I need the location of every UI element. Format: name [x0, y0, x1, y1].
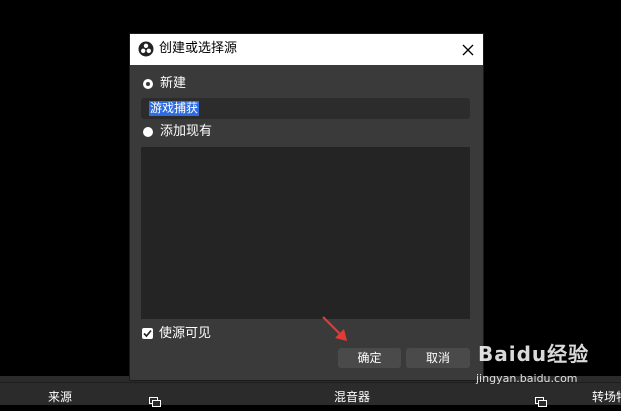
cancel-button[interactable]: 取消: [406, 348, 470, 368]
dialog-titlebar: 创建或选择源: [130, 34, 483, 65]
annotation-arrow-icon: [322, 316, 347, 341]
source-name-input[interactable]: 游戏捕获: [141, 98, 470, 119]
make-visible-label: 使源可见: [159, 326, 212, 341]
close-icon: [462, 44, 474, 55]
mixer-panel-title: 混音器: [334, 390, 371, 404]
new-source-label: 新建: [160, 76, 187, 91]
sources-panel-title: 来源: [48, 390, 73, 404]
watermark-url: jingyan.baidu.com: [476, 372, 578, 385]
dialog-title: 创建或选择源: [159, 41, 238, 56]
close-button[interactable]: [453, 34, 483, 65]
add-existing-radio[interactable]: [143, 127, 153, 137]
source-name-value: 游戏捕获: [149, 101, 200, 116]
existing-sources-list[interactable]: [141, 147, 470, 319]
new-source-radio[interactable]: [143, 79, 153, 89]
add-existing-label: 添加现有: [160, 124, 213, 139]
watermark-brand: Baidu经验: [478, 342, 590, 366]
create-select-source-dialog: 创建或选择源 新建 游戏捕获 添加现有 使源可见 确定 取消: [130, 34, 483, 380]
undock-icon[interactable]: [149, 392, 161, 407]
transitions-panel-title: 转场特: [592, 390, 621, 404]
baidu-watermark: Baidu经验 jingyan.baidu.com: [470, 338, 620, 388]
undock-icon[interactable]: [535, 392, 547, 407]
ok-button[interactable]: 确定: [338, 348, 401, 368]
checkmark-icon: [143, 329, 152, 338]
make-visible-checkbox[interactable]: [142, 328, 153, 339]
obs-logo-icon: [138, 41, 154, 57]
